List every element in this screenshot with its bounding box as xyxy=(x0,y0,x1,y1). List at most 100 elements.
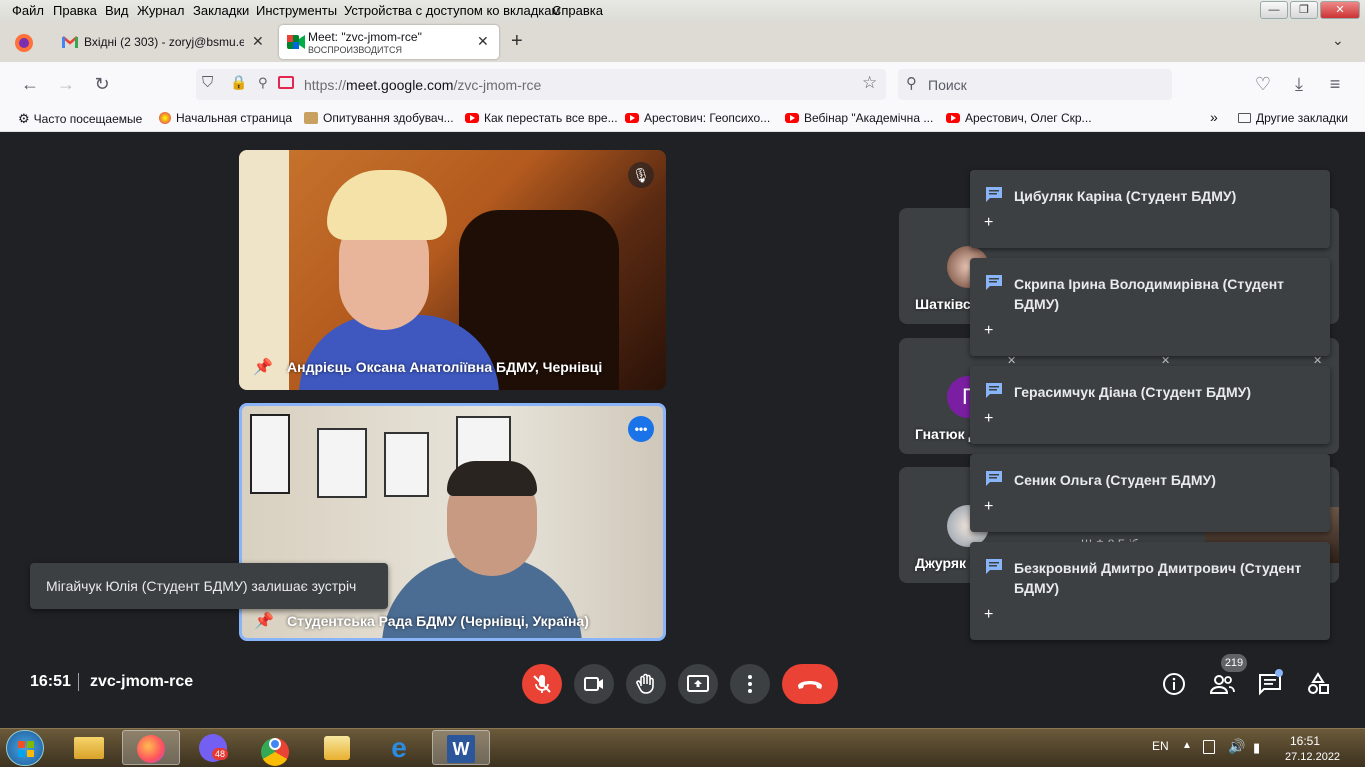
people-button[interactable] xyxy=(1206,668,1238,700)
folder-icon xyxy=(1238,113,1251,123)
hand-raise-card[interactable]: Скрипа Ірина Володимирівна (Студент БДМУ… xyxy=(970,258,1330,356)
card-plus[interactable]: + xyxy=(984,214,993,232)
camera-sharing-icon[interactable] xyxy=(278,76,294,89)
more-options-button[interactable] xyxy=(730,664,770,704)
minimize-button[interactable]: — xyxy=(1260,1,1288,19)
menu-file[interactable]: Файл xyxy=(12,3,44,18)
present-icon xyxy=(687,675,709,692)
card-plus[interactable]: + xyxy=(984,322,993,340)
taskbar-viber[interactable]: 48 xyxy=(184,730,242,765)
menu-hamburger-icon[interactable]: ≡ xyxy=(1323,73,1347,95)
youtube-icon xyxy=(465,113,479,123)
clock-time[interactable]: 16:51 xyxy=(1290,734,1320,748)
firefox-view-icon[interactable] xyxy=(14,33,34,53)
start-button[interactable] xyxy=(6,730,44,766)
card-plus[interactable]: + xyxy=(984,498,993,516)
bookmark-youtube-1[interactable]: Как перестать все вре... xyxy=(465,111,618,125)
windows-logo-icon xyxy=(18,741,34,757)
new-tab-button[interactable]: + xyxy=(511,30,523,53)
bookmark-youtube-4[interactable]: Арестович, Олег Скр... xyxy=(946,111,1092,125)
university-icon xyxy=(304,112,318,124)
card-plus[interactable]: + xyxy=(984,410,993,428)
meeting-details-button[interactable] xyxy=(1158,668,1190,700)
participants-count-badge: 219 xyxy=(1221,654,1247,672)
present-screen-button[interactable] xyxy=(678,664,718,704)
clock-date[interactable]: 27.12.2022 xyxy=(1285,751,1340,763)
search-bar[interactable]: ⚲ Поиск xyxy=(898,69,1172,100)
url-text[interactable]: https://meet.google.com/zvc-jmom-rce xyxy=(304,77,541,93)
close-tab-icon[interactable]: ✕ xyxy=(477,33,489,50)
bookmark-youtube-3[interactable]: Вебінар "Академічна ... xyxy=(785,111,933,125)
bookmark-youtube-2[interactable]: Арестович: Геопсихо... xyxy=(625,111,770,125)
card-plus[interactable]: + xyxy=(984,606,993,624)
person-hair xyxy=(447,461,537,496)
menu-view[interactable]: Вид xyxy=(105,3,129,18)
close-window-button[interactable]: ✕ xyxy=(1320,1,1360,19)
hand-raise-card[interactable]: Герасимчук Діана (Студент БДМУ) + xyxy=(970,366,1330,444)
taskbar-word[interactable]: W xyxy=(432,730,490,765)
menu-tools[interactable]: Инструменты xyxy=(256,3,337,18)
back-button[interactable]: ← xyxy=(18,73,42,95)
camera-toggle-button[interactable] xyxy=(574,664,614,704)
taskbar-firefox[interactable] xyxy=(122,730,180,765)
menu-bookmarks[interactable]: Закладки xyxy=(193,3,249,18)
person-hair xyxy=(327,170,447,240)
hand-raise-card[interactable]: Цибуляк Каріна (Студент БДМУ) + xyxy=(970,170,1330,248)
hand-raise-card[interactable]: Сеник Ольга (Студент БДМУ) + xyxy=(970,454,1330,532)
speaking-indicator-icon: ••• xyxy=(628,416,654,442)
network-icon[interactable]: ▮ xyxy=(1253,740,1260,756)
meet-icon xyxy=(287,35,305,49)
pin-icon[interactable]: 📌 xyxy=(254,611,274,631)
bookmarks-toolbar: ⚙ Часто посещаемые Начальная страница Опи… xyxy=(0,106,1365,132)
menu-synced-tabs[interactable]: Устройства с доступом ко вкладкам xyxy=(344,3,560,18)
leave-call-button[interactable] xyxy=(782,664,838,704)
reload-button[interactable]: ↻ xyxy=(90,73,114,95)
hand-raise-card[interactable]: Безкровний Дмитро Дмитрович (Студент БДМ… xyxy=(970,542,1330,640)
gear-icon: ⚙ xyxy=(18,111,30,126)
video-tile-speaker[interactable]: 🎙 📌 Андрієць Оксана Анатоліївна БДМУ, Че… xyxy=(239,150,666,390)
taskbar-chrome[interactable] xyxy=(246,730,304,766)
raise-hand-button[interactable] xyxy=(626,664,666,704)
bookmark-most-visited[interactable]: ⚙ Часто посещаемые xyxy=(18,111,142,127)
language-indicator[interactable]: EN xyxy=(1152,739,1169,753)
menu-history[interactable]: Журнал xyxy=(137,3,184,18)
participant-name: Джуряк Т xyxy=(915,555,979,571)
url-bar[interactable]: ⛉ 🔒 ⚲ https://meet.google.com/zvc-jmom-r… xyxy=(196,69,886,100)
menu-help[interactable]: Справка xyxy=(552,3,603,18)
volume-icon[interactable]: 🔊 xyxy=(1228,738,1245,755)
close-tab-icon[interactable]: ✕ xyxy=(252,33,264,50)
tab-gmail[interactable]: Вхідні (2 303) - zoryj@bsmu.edu ✕ xyxy=(52,25,272,59)
media-player-icon xyxy=(324,736,350,760)
taskbar-ie[interactable]: e xyxy=(370,730,428,765)
tab-meet[interactable]: Meet: "zvc-jmom-rce" ВОСПРОИЗВОДИТСЯ ✕ xyxy=(279,25,499,59)
mic-toggle-button[interactable] xyxy=(522,664,562,704)
show-hidden-icons[interactable]: ▲ xyxy=(1182,740,1192,751)
activities-button[interactable] xyxy=(1302,668,1334,700)
list-tabs-chevron-icon[interactable]: ⌄ xyxy=(1332,32,1344,49)
taskbar-explorer[interactable] xyxy=(60,730,118,765)
forward-button[interactable]: → xyxy=(54,73,78,95)
meeting-code: zvc-jmom-rce xyxy=(90,673,194,690)
permissions-icon[interactable]: ⚲ xyxy=(258,75,268,91)
bookmarks-overflow-icon[interactable]: » xyxy=(1210,109,1218,125)
menu-edit[interactable]: Правка xyxy=(53,3,97,18)
background-door xyxy=(239,150,289,390)
bookmark-star-icon[interactable]: ☆ xyxy=(862,73,877,93)
toast-text: Мігайчук Юлія (Студент БДМУ) залишає зус… xyxy=(46,578,357,594)
downloads-icon[interactable]: ⤓ xyxy=(1287,73,1311,95)
pin-icon[interactable]: 📌 xyxy=(253,357,273,377)
chat-notification-dot xyxy=(1275,669,1283,677)
end-call-icon xyxy=(798,681,822,689)
bookmark-home[interactable]: Начальная страница xyxy=(159,111,292,125)
battery-icon[interactable] xyxy=(1203,740,1215,754)
pocket-icon[interactable]: ♡ xyxy=(1251,73,1275,95)
bookmark-survey[interactable]: Опитування здобувач... xyxy=(304,111,454,125)
taskbar-media-player[interactable] xyxy=(308,730,366,765)
bookmark-other[interactable]: Другие закладки xyxy=(1238,111,1348,125)
divider xyxy=(78,673,79,691)
maximize-button[interactable]: ❐ xyxy=(1290,1,1318,19)
word-icon: W xyxy=(447,735,475,763)
youtube-icon xyxy=(946,113,960,123)
lock-icon[interactable]: 🔒 xyxy=(230,74,247,91)
shield-icon[interactable]: ⛉ xyxy=(202,74,213,91)
